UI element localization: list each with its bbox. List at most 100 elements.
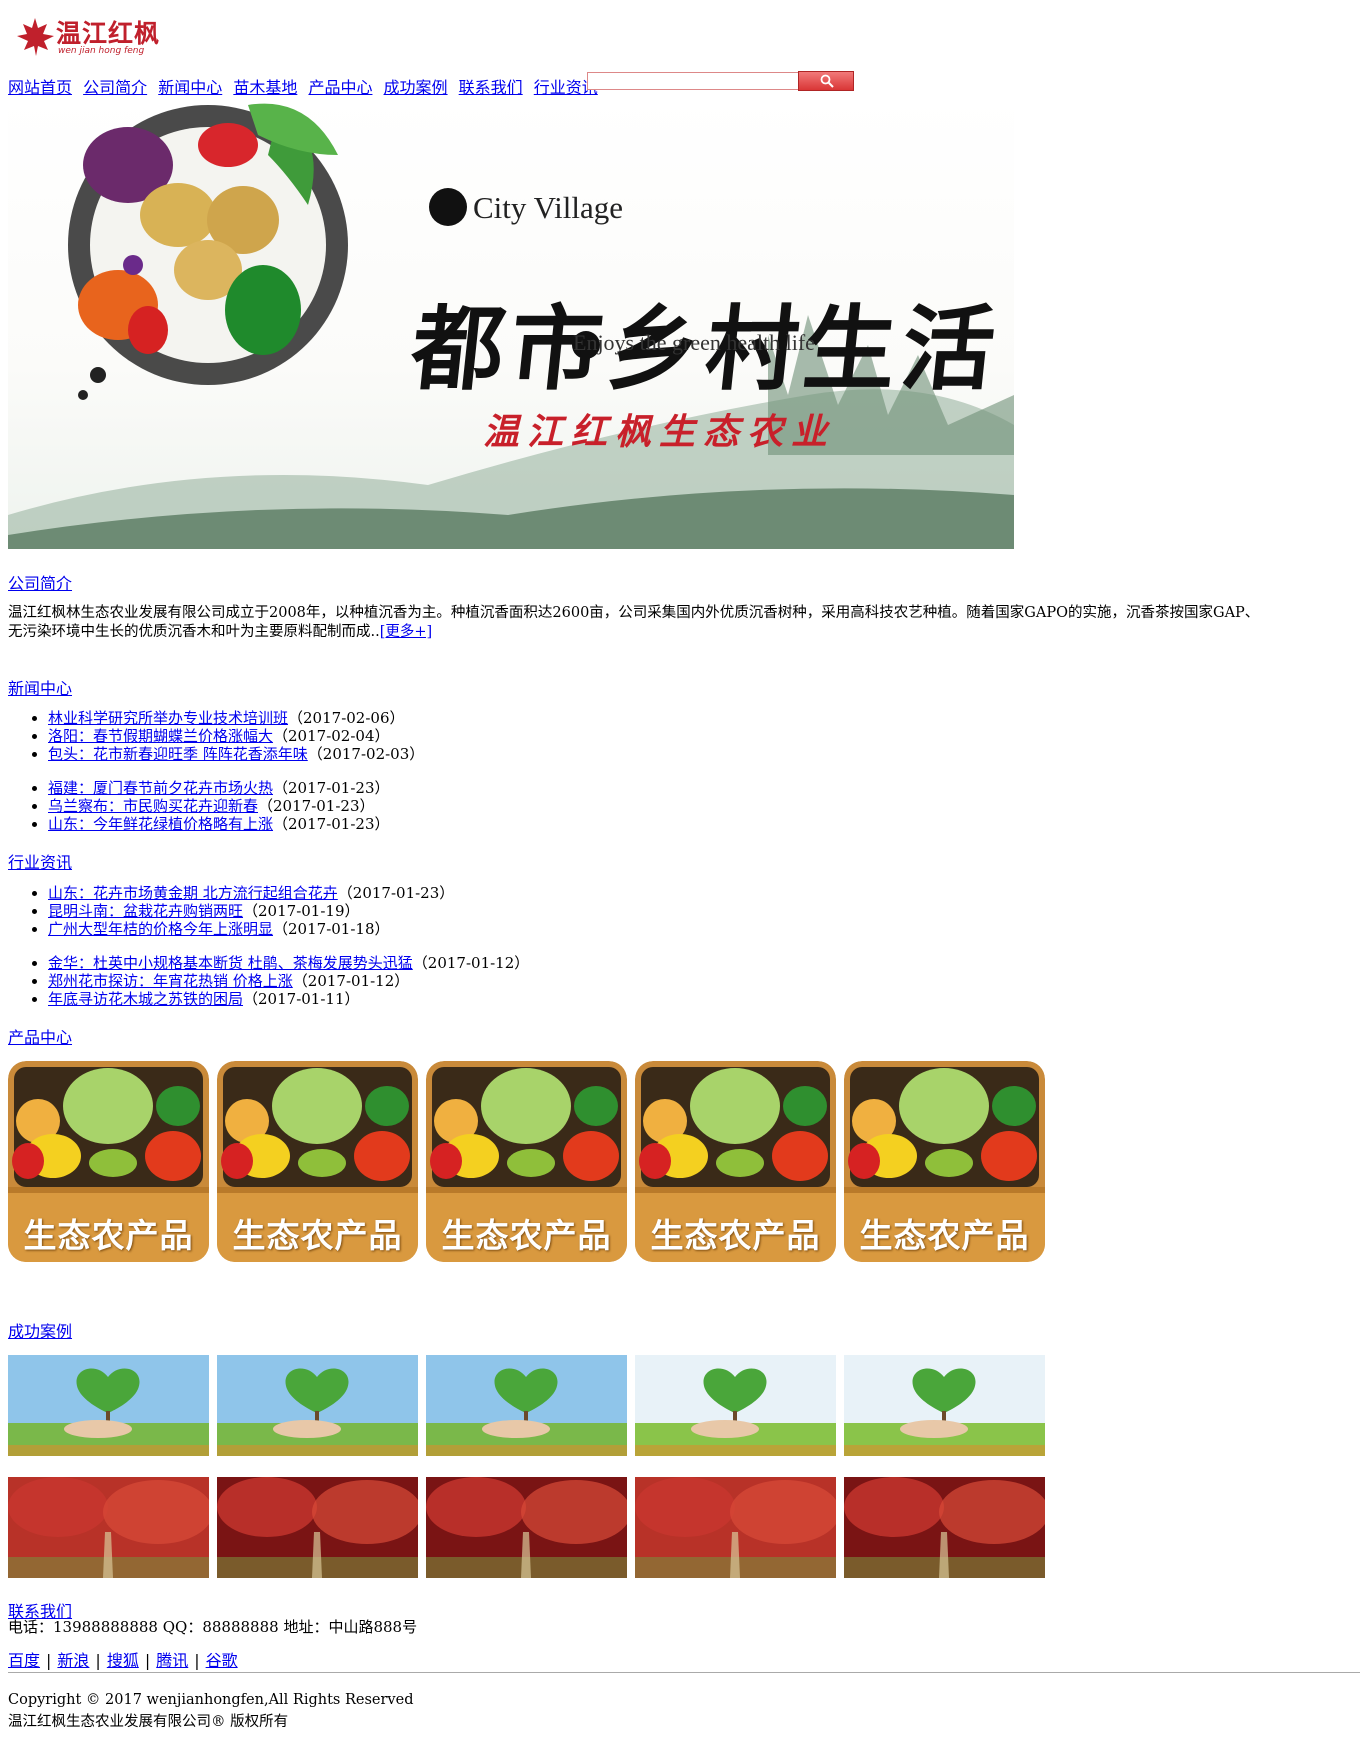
heart-tree-image — [844, 1355, 1045, 1456]
case-thumbnail[interactable] — [8, 1477, 209, 1578]
link-separator: | — [46, 1651, 52, 1670]
intro-title-link[interactable]: 公司简介 — [8, 570, 72, 594]
industry-date: （2017-01-12） — [412, 954, 530, 972]
cases-title-link[interactable]: 成功案例 — [8, 1318, 72, 1342]
product-label: 生态农产品 — [23, 1216, 194, 1255]
search-button[interactable] — [798, 71, 854, 91]
contact-info: 电话：13988888888 QQ：88888888 地址：中山路888号 — [8, 1618, 418, 1636]
intro-more-link[interactable]: [更多+] — [380, 624, 432, 640]
industry-link[interactable]: 山东：花卉市场黄金期 北方流行起组合花卉 — [48, 884, 338, 902]
link-separator: | — [95, 1651, 101, 1670]
footer-link-baidu[interactable]: 百度 — [8, 1651, 40, 1670]
intro-text-line2: 无污染环境中生长的优质沉香木和叶为主要原料配制而成.. — [8, 624, 380, 640]
news-date: （2017-01-23） — [273, 815, 390, 833]
list-item: 乌兰察布：市民购买花卉迎新春（2017-01-23） — [48, 797, 390, 815]
red-maple-image — [844, 1477, 1045, 1578]
banner-en-subtitle: Enjoys the green health life — [573, 330, 815, 355]
case-gallery — [8, 1355, 1058, 1581]
list-item: 昆明斗南：盆栽花卉购销两旺（2017-01-19） — [48, 902, 454, 920]
case-thumbnail[interactable] — [217, 1477, 418, 1578]
news-date: （2017-02-04） — [273, 727, 390, 745]
list-item: 包头：花市新春迎旺季 阵阵花香添年味（2017-02-03） — [48, 745, 424, 763]
red-maple-image — [8, 1477, 209, 1578]
news-link[interactable]: 林业科学研究所举办专业技术培训班 — [48, 709, 288, 727]
hero-banner: City Village 都市乡村生活 Enjoys the green hea… — [8, 95, 1014, 549]
news-link[interactable]: 洛阳：春节假期蝴蝶兰价格涨幅大 — [48, 727, 273, 745]
products-title-link[interactable]: 产品中心 — [8, 1024, 72, 1048]
news-link[interactable]: 包头：花市新春迎旺季 阵阵花香添年味 — [48, 745, 308, 763]
footer-link-tencent[interactable]: 腾讯 — [156, 1651, 188, 1670]
news-list-2: 福建：厦门春节前夕花卉市场火热（2017-01-23） 乌兰察布：市民购买花卉迎… — [8, 779, 390, 833]
case-thumbnail[interactable] — [426, 1477, 627, 1578]
search-icon — [820, 74, 834, 88]
logo-text: 温江红枫 — [56, 19, 161, 48]
industry-title-link[interactable]: 行业资讯 — [8, 849, 72, 873]
banner-company-name: 温江红枫生态农业 — [483, 411, 836, 453]
list-item: 山东：花卉市场黄金期 北方流行起组合花卉（2017-01-23） — [48, 884, 454, 902]
case-thumbnail[interactable] — [635, 1355, 836, 1456]
product-label: 生态农产品 — [650, 1216, 821, 1255]
news-title-link[interactable]: 新闻中心 — [8, 675, 72, 699]
heart-tree-image — [8, 1355, 209, 1456]
industry-link[interactable]: 广州大型年桔的价格今年上涨明显 — [48, 920, 273, 938]
list-item: 广州大型年桔的价格今年上涨明显（2017-01-18） — [48, 920, 454, 938]
footer-links: 百度 | 新浪 | 搜狐 | 腾讯 | 谷歌 — [8, 1647, 238, 1671]
product-thumbnail[interactable]: 生态农产品 — [635, 1061, 836, 1262]
product-thumbnail[interactable]: 生态农产品 — [844, 1061, 1045, 1262]
list-item: 年底寻访花木城之苏铁的困局（2017-01-11） — [48, 990, 529, 1008]
case-thumbnail[interactable] — [844, 1355, 1045, 1456]
intro-text: 温江红枫林生态农业发展有限公司成立于2008年，以种植沉香为主。种植沉香面积达2… — [8, 604, 1358, 642]
product-label: 生态农产品 — [859, 1216, 1030, 1255]
news-link[interactable]: 山东：今年鲜花绿植价格略有上涨 — [48, 815, 273, 833]
product-label: 生态农产品 — [441, 1216, 612, 1255]
case-thumbnail[interactable] — [635, 1477, 836, 1578]
list-item: 金华：杜英中小规格基本断货 杜鹃、茶梅发展势头迅猛（2017-01-12） — [48, 954, 529, 972]
site-logo[interactable]: 温江红枫 wen jian hong feng — [14, 12, 159, 62]
news-date: （2017-02-03） — [307, 745, 425, 763]
link-separator: | — [194, 1651, 200, 1670]
industry-link[interactable]: 昆明斗南：盆栽花卉购销两旺 — [48, 902, 243, 920]
product-thumbnail[interactable]: 生态农产品 — [217, 1061, 418, 1262]
industry-date: （2017-01-11） — [243, 990, 360, 1008]
case-thumbnail[interactable] — [8, 1355, 209, 1456]
case-thumbnail[interactable] — [426, 1355, 627, 1456]
footer-link-google[interactable]: 谷歌 — [206, 1651, 238, 1670]
industry-date: （2017-01-19） — [243, 902, 360, 920]
list-item: 洛阳：春节假期蝴蝶兰价格涨幅大（2017-02-04） — [48, 727, 424, 745]
industry-date: （2017-01-12） — [292, 972, 410, 990]
industry-link[interactable]: 年底寻访花木城之苏铁的困局 — [48, 990, 243, 1008]
news-link[interactable]: 福建：厦门春节前夕花卉市场火热 — [48, 779, 273, 797]
industry-list-2: 金华：杜英中小规格基本断货 杜鹃、茶梅发展势头迅猛（2017-01-12） 郑州… — [8, 954, 529, 1008]
product-gallery: 生态农产品 生态农产品 生态农产品 生态农产品 生态农产品 — [8, 1061, 1058, 1271]
news-list-1: 林业科学研究所举办专业技术培训班（2017-02-06） 洛阳：春节假期蝴蝶兰价… — [8, 709, 424, 763]
heart-tree-image — [426, 1355, 627, 1456]
intro-text-line1: 温江红枫林生态农业发展有限公司成立于2008年，以种植沉香为主。种植沉香面积达2… — [8, 605, 1260, 621]
news-link[interactable]: 乌兰察布：市民购买花卉迎新春 — [48, 797, 258, 815]
industry-date: （2017-01-18） — [273, 920, 390, 938]
news-date: （2017-01-23） — [258, 797, 375, 815]
heart-tree-image — [635, 1355, 836, 1456]
list-item: 山东：今年鲜花绿植价格略有上涨（2017-01-23） — [48, 815, 390, 833]
industry-link[interactable]: 金华：杜英中小规格基本断货 杜鹃、茶梅发展势头迅猛 — [48, 954, 413, 972]
news-date: （2017-01-23） — [273, 779, 390, 797]
logo-subtext: wen jian hong feng — [58, 46, 145, 56]
footer-link-sina[interactable]: 新浪 — [57, 1651, 89, 1670]
list-item: 福建：厦门春节前夕花卉市场火热（2017-01-23） — [48, 779, 390, 797]
industry-link[interactable]: 郑州花市探访：年宵花热销 价格上涨 — [48, 972, 293, 990]
heart-tree-image — [217, 1355, 418, 1456]
search-input[interactable] — [587, 72, 799, 90]
maple-leaf-icon — [17, 18, 54, 56]
product-thumbnail[interactable]: 生态农产品 — [426, 1061, 627, 1262]
footer-link-sohu[interactable]: 搜狐 — [107, 1651, 139, 1670]
list-item: 郑州花市探访：年宵花热销 价格上涨（2017-01-12） — [48, 972, 529, 990]
case-thumbnail[interactable] — [844, 1477, 1045, 1578]
industry-list-1: 山东：花卉市场黄金期 北方流行起组合花卉（2017-01-23） 昆明斗南：盆栽… — [8, 884, 454, 938]
red-maple-image — [635, 1477, 836, 1578]
case-thumbnail[interactable] — [217, 1355, 418, 1456]
product-thumbnail[interactable]: 生态农产品 — [8, 1061, 209, 1262]
company-rights-text: 温江红枫生态农业发展有限公司® 版权所有 — [8, 1714, 289, 1730]
footer-divider — [8, 1672, 1360, 1673]
link-separator: | — [144, 1651, 151, 1670]
list-item: 林业科学研究所举办专业技术培训班（2017-02-06） — [48, 709, 424, 727]
red-maple-image — [426, 1477, 627, 1578]
